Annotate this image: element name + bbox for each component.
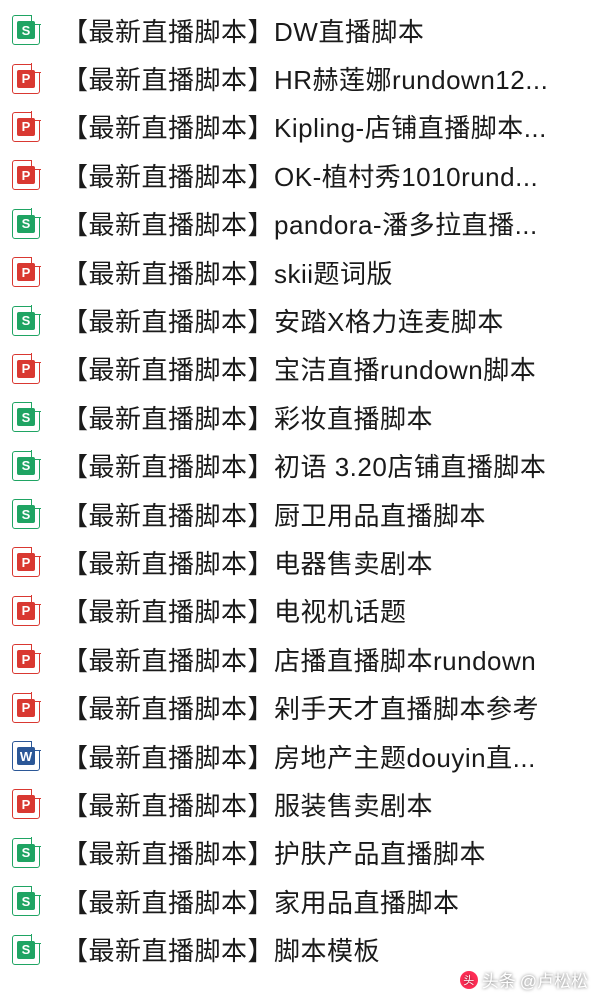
icon-letter: S	[17, 215, 35, 233]
icon-letter: P	[17, 118, 35, 136]
icon-letter: S	[17, 408, 35, 426]
xls-file-icon: S	[12, 838, 40, 868]
icon-letter: P	[17, 795, 35, 813]
ppt-file-icon: P	[12, 547, 40, 577]
ppt-file-icon: P	[12, 112, 40, 142]
file-name: 【最新直播脚本】skii题词版	[62, 254, 588, 291]
file-name: 【最新直播脚本】Kipling-店铺直播脚本...	[62, 108, 588, 145]
file-row[interactable]: W 【最新直播脚本】房地产主题douyin直...	[0, 732, 600, 780]
file-name: 【最新直播脚本】OK-植村秀1010rund...	[62, 157, 588, 194]
icon-letter: S	[17, 892, 35, 910]
watermark-prefix: 头条	[482, 967, 516, 992]
file-name: 【最新直播脚本】电器售卖剧本	[62, 544, 588, 581]
ppt-file-icon: P	[12, 693, 40, 723]
icon-letter: P	[17, 699, 35, 717]
xls-file-icon: S	[12, 306, 40, 336]
icon-letter: P	[17, 166, 35, 184]
file-name: 【最新直播脚本】DW直播脚本	[62, 12, 588, 49]
icon-letter: P	[17, 70, 35, 88]
doc-file-icon: W	[12, 741, 40, 771]
file-name: 【最新直播脚本】护肤产品直播脚本	[62, 834, 588, 871]
file-name: 【最新直播脚本】HR赫莲娜rundown12...	[62, 60, 588, 97]
xls-file-icon: S	[12, 886, 40, 916]
file-list: S 【最新直播脚本】DW直播脚本 P 【最新直播脚本】HR赫莲娜rundown12..…	[0, 0, 600, 980]
file-name: 【最新直播脚本】家用品直播脚本	[62, 883, 588, 920]
icon-letter: S	[17, 21, 35, 39]
ppt-file-icon: P	[12, 644, 40, 674]
icon-letter: S	[17, 941, 35, 959]
ppt-file-icon: P	[12, 789, 40, 819]
file-row[interactable]: S 【最新直播脚本】pandora-潘多拉直播...	[0, 200, 600, 248]
icon-letter: S	[17, 312, 35, 330]
icon-letter: P	[17, 360, 35, 378]
file-name: 【最新直播脚本】安踏X格力连麦脚本	[62, 302, 588, 339]
file-row[interactable]: S 【最新直播脚本】家用品直播脚本	[0, 877, 600, 925]
icon-letter: S	[17, 505, 35, 523]
file-name: 【最新直播脚本】服装售卖剧本	[62, 786, 588, 823]
file-name: 【最新直播脚本】脚本模板	[62, 931, 588, 968]
icon-letter: P	[17, 553, 35, 571]
icon-letter: W	[17, 747, 35, 765]
file-row[interactable]: S 【最新直播脚本】初语 3.20店铺直播脚本	[0, 442, 600, 490]
file-name: 【最新直播脚本】宝洁直播rundown脚本	[62, 350, 588, 387]
ppt-file-icon: P	[12, 354, 40, 384]
file-row[interactable]: S 【最新直播脚本】厨卫用品直播脚本	[0, 490, 600, 538]
watermark-handle: @卢松松	[520, 967, 588, 992]
ppt-file-icon: P	[12, 596, 40, 626]
icon-letter: S	[17, 844, 35, 862]
icon-letter: P	[17, 602, 35, 620]
file-row[interactable]: P 【最新直播脚本】剁手天才直播脚本参考	[0, 683, 600, 731]
file-row[interactable]: P 【最新直播脚本】电视机话题	[0, 587, 600, 635]
file-row[interactable]: P 【最新直播脚本】skii题词版	[0, 248, 600, 296]
file-name: 【最新直播脚本】初语 3.20店铺直播脚本	[62, 447, 588, 484]
file-name: 【最新直播脚本】剁手天才直播脚本参考	[62, 689, 588, 726]
file-row[interactable]: S 【最新直播脚本】DW直播脚本	[0, 6, 600, 54]
watermark: 头 头条 @卢松松	[460, 967, 588, 992]
xls-file-icon: S	[12, 451, 40, 481]
file-name: 【最新直播脚本】彩妆直播脚本	[62, 399, 588, 436]
ppt-file-icon: P	[12, 64, 40, 94]
file-row[interactable]: P 【最新直播脚本】店播直播脚本rundown	[0, 635, 600, 683]
xls-file-icon: S	[12, 15, 40, 45]
file-row[interactable]: P 【最新直播脚本】HR赫莲娜rundown12...	[0, 54, 600, 102]
file-name: 【最新直播脚本】厨卫用品直播脚本	[62, 496, 588, 533]
file-row[interactable]: P 【最新直播脚本】宝洁直播rundown脚本	[0, 345, 600, 393]
ppt-file-icon: P	[12, 257, 40, 287]
file-row[interactable]: S 【最新直播脚本】安踏X格力连麦脚本	[0, 296, 600, 344]
file-name: 【最新直播脚本】店播直播脚本rundown	[62, 641, 588, 678]
file-name: 【最新直播脚本】pandora-潘多拉直播...	[62, 205, 588, 242]
ppt-file-icon: P	[12, 160, 40, 190]
xls-file-icon: S	[12, 209, 40, 239]
icon-letter: S	[17, 457, 35, 475]
file-name: 【最新直播脚本】房地产主题douyin直...	[62, 738, 588, 775]
xls-file-icon: S	[12, 402, 40, 432]
file-row[interactable]: S 【最新直播脚本】彩妆直播脚本	[0, 393, 600, 441]
icon-letter: P	[17, 650, 35, 668]
toutiao-icon: 头	[460, 971, 478, 989]
file-row[interactable]: S 【最新直播脚本】护肤产品直播脚本	[0, 829, 600, 877]
xls-file-icon: S	[12, 935, 40, 965]
icon-letter: P	[17, 263, 35, 281]
file-row[interactable]: P 【最新直播脚本】OK-植村秀1010rund...	[0, 151, 600, 199]
file-row[interactable]: P 【最新直播脚本】服装售卖剧本	[0, 780, 600, 828]
file-row[interactable]: P 【最新直播脚本】Kipling-店铺直播脚本...	[0, 103, 600, 151]
file-name: 【最新直播脚本】电视机话题	[62, 592, 588, 629]
file-row[interactable]: P 【最新直播脚本】电器售卖剧本	[0, 538, 600, 586]
xls-file-icon: S	[12, 499, 40, 529]
